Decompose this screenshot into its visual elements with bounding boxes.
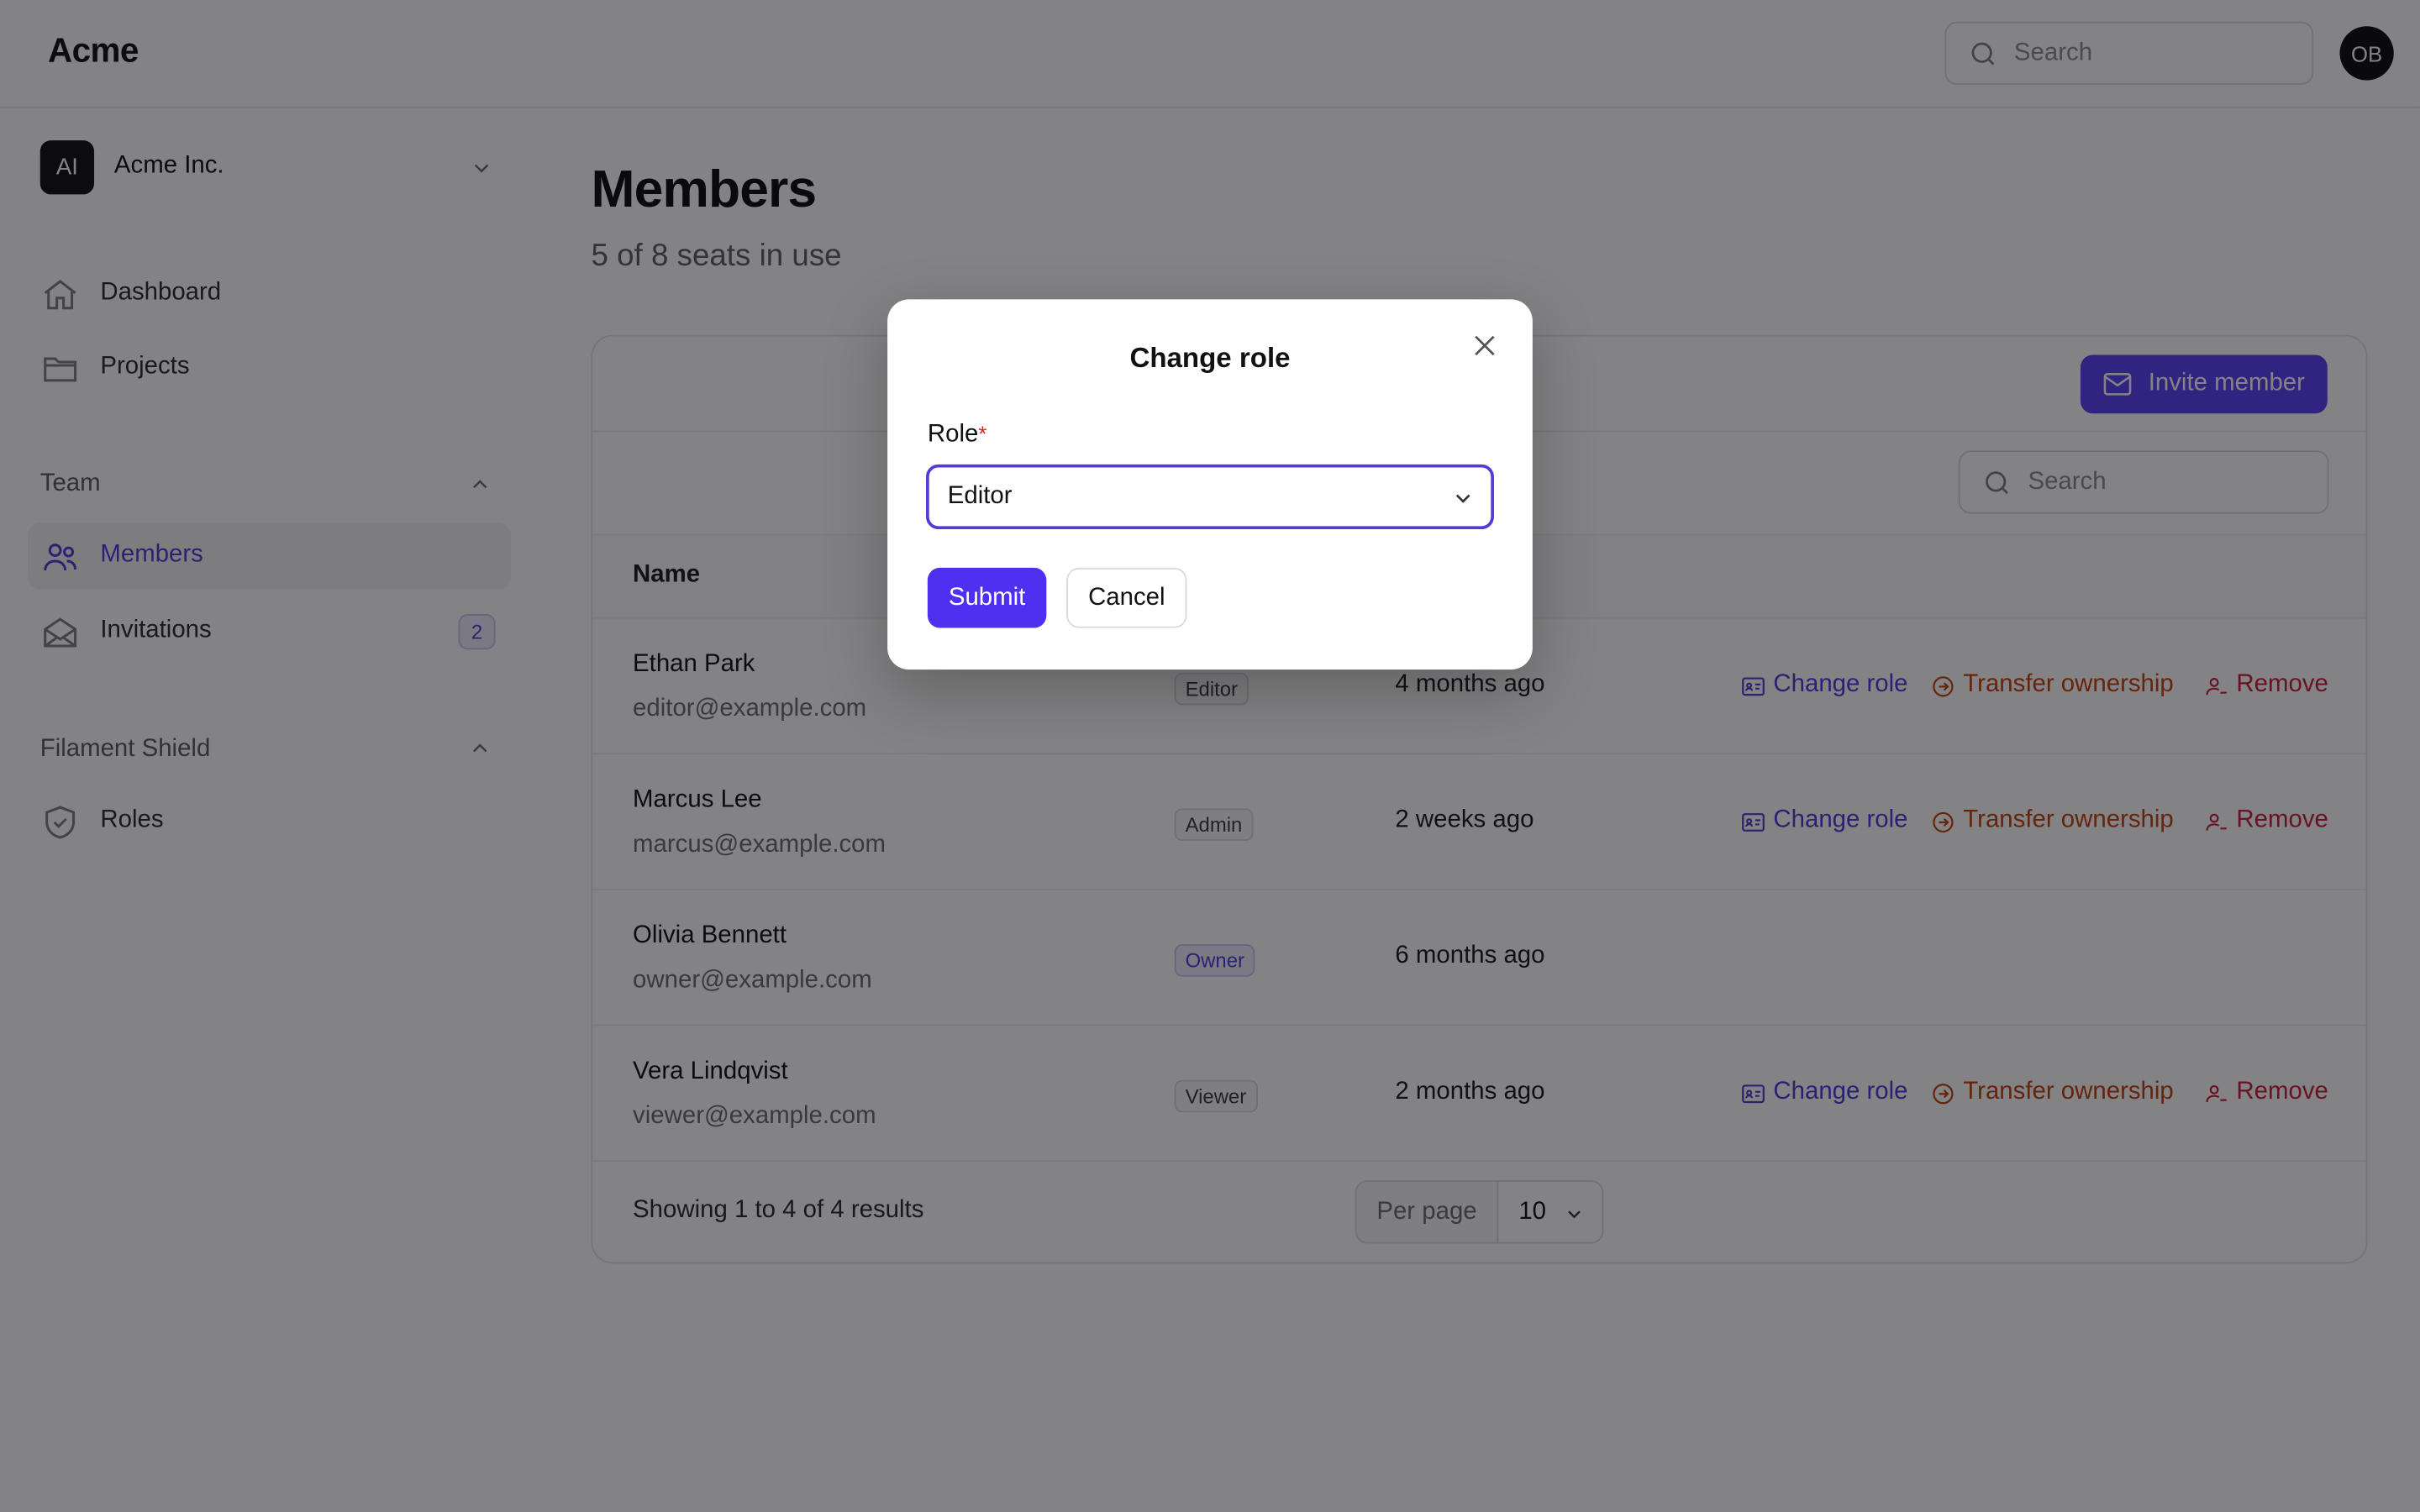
role-label-text: Role	[927, 421, 979, 448]
close-icon[interactable]	[1470, 330, 1501, 361]
role-field-label: Role*	[928, 421, 986, 449]
modal-title: Change role	[1129, 342, 1291, 374]
chevron-down-icon	[1455, 494, 1470, 503]
change-role-modal: Change role Role* Editor Submit Cancel	[887, 299, 1533, 670]
required-indicator: *	[978, 421, 987, 446]
role-select-value: Editor	[947, 482, 1013, 510]
app-root: Acme Search OB AI Acme Inc. Dashboard Pr…	[0, 0, 2420, 1512]
modal-backdrop[interactable]	[0, 0, 2420, 1512]
submit-button[interactable]: Submit	[927, 567, 1047, 628]
cancel-button[interactable]: Cancel	[1066, 567, 1187, 628]
role-select[interactable]: Editor	[926, 464, 1494, 529]
